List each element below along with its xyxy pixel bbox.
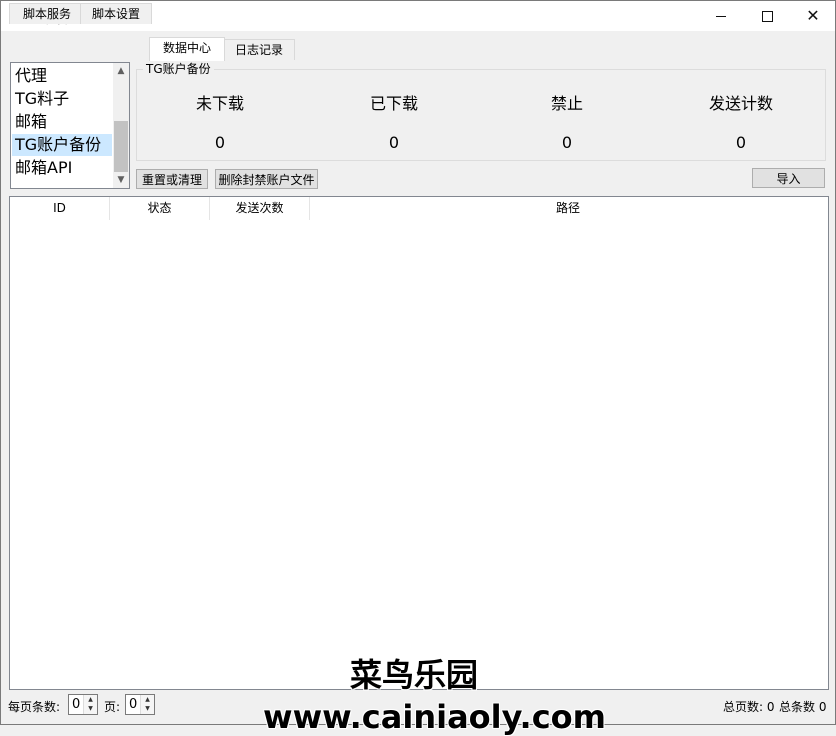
- per-page-spinbox[interactable]: 0 ▲ ▼: [68, 694, 98, 715]
- tab-label: 日志记录: [234, 43, 283, 57]
- tab-label: 数据中心: [162, 41, 211, 55]
- column-header-send-count[interactable]: 发送次数: [210, 197, 310, 220]
- per-page-stepper[interactable]: ▲ ▼: [83, 695, 97, 714]
- per-page-value: 0: [72, 697, 81, 712]
- delete-banned-files-button[interactable]: 删除封禁账户文件: [215, 169, 318, 189]
- tab-label: 脚本设置: [91, 7, 140, 21]
- category-list[interactable]: 代理 TG料子 邮箱 TG账户备份 邮箱API ▲ ▼: [10, 62, 130, 189]
- stat-value-send-count: 0: [735, 133, 747, 152]
- close-button[interactable]: ✕: [790, 1, 836, 31]
- spin-up-icon[interactable]: ▲: [84, 695, 97, 704]
- minimize-icon: [716, 16, 726, 17]
- list-item-tg-account-backup[interactable]: TG账户备份: [12, 134, 112, 156]
- tab-label: 脚本服务: [22, 7, 71, 21]
- import-button[interactable]: 导入: [752, 168, 825, 188]
- list-item-email[interactable]: 邮箱: [12, 111, 112, 133]
- per-page-label: 每页条数:: [8, 700, 61, 714]
- maximize-button[interactable]: [744, 1, 790, 31]
- watermark-text: 菜鸟乐园: [350, 656, 479, 694]
- app-window: 控制台 ✕ 脚本服务 脚本设置 数据中心 日志记录 代理 TG料子 邮箱 TG账…: [0, 0, 836, 736]
- scroll-down-icon[interactable]: ▼: [113, 172, 129, 188]
- page-label: 页:: [104, 700, 121, 714]
- maximize-icon: [761, 11, 773, 22]
- reset-button[interactable]: 重置或清理: [136, 169, 208, 189]
- scroll-thumb[interactable]: [114, 121, 128, 172]
- tab-script-settings[interactable]: 脚本设置: [80, 3, 152, 24]
- accounts-table[interactable]: ID 状态 发送次数 路径: [9, 196, 829, 690]
- tab-data-center[interactable]: 数据中心: [149, 37, 225, 61]
- group-title: TG账户备份: [143, 62, 214, 76]
- column-header-status[interactable]: 状态: [110, 197, 210, 220]
- list-item-proxy[interactable]: 代理: [12, 65, 112, 87]
- list-scrollbar[interactable]: ▲ ▼: [113, 63, 129, 188]
- stat-value-banned: 0: [561, 133, 573, 152]
- spin-down-icon[interactable]: ▼: [141, 704, 154, 713]
- close-icon: ✕: [806, 6, 820, 25]
- list-item-email-api[interactable]: 邮箱API: [12, 157, 112, 179]
- column-header-path[interactable]: 路径: [310, 197, 826, 220]
- stat-label-not-downloaded: 未下载: [195, 94, 244, 113]
- watermark-url: www.cainiaoly.com: [263, 698, 606, 736]
- stat-label-send-count: 发送计数: [708, 94, 773, 113]
- tab-script-service[interactable]: 脚本服务: [9, 3, 85, 24]
- page-value: 0: [129, 697, 138, 712]
- page-spinbox[interactable]: 0 ▲ ▼: [125, 694, 155, 715]
- minimize-button[interactable]: [698, 1, 744, 31]
- spin-down-icon[interactable]: ▼: [84, 704, 97, 713]
- total-items: 总条数 0: [779, 700, 827, 714]
- stat-value-not-downloaded: 0: [214, 133, 226, 152]
- page-stepper[interactable]: ▲ ▼: [140, 695, 154, 714]
- spin-up-icon[interactable]: ▲: [141, 695, 154, 704]
- total-pages: 总页数: 0: [723, 700, 775, 714]
- tab-log-records[interactable]: 日志记录: [223, 39, 295, 60]
- stat-label-downloaded: 已下载: [369, 94, 418, 113]
- stat-label-banned: 禁止: [550, 94, 583, 113]
- scroll-up-icon[interactable]: ▲: [113, 63, 129, 79]
- list-item-tg-material[interactable]: TG料子: [12, 88, 112, 110]
- stat-value-downloaded: 0: [388, 133, 400, 152]
- column-header-id[interactable]: ID: [10, 197, 110, 220]
